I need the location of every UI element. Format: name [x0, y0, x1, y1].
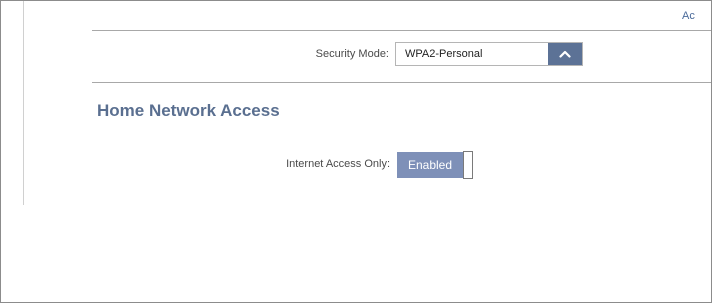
toggle-state-label: Enabled [397, 152, 463, 178]
internet-access-only-label: Internet Access Only: [286, 158, 390, 170]
settings-panel: Ac Security Mode: WPA2-Personal Home Net… [0, 0, 712, 303]
security-mode-value: WPA2-Personal [405, 48, 483, 60]
security-mode-label: Security Mode: [315, 48, 389, 60]
top-right-link[interactable]: Ac [682, 10, 695, 22]
chevron-up-glyph [559, 50, 571, 58]
toggle-knob[interactable] [463, 151, 473, 179]
divider-section [92, 82, 711, 83]
security-mode-select[interactable]: WPA2-Personal [395, 42, 583, 66]
internet-access-only-toggle[interactable]: Enabled [397, 150, 473, 180]
chevron-up-icon[interactable] [548, 43, 582, 65]
left-border-line [23, 1, 24, 205]
section-heading-home-network-access: Home Network Access [97, 101, 280, 120]
divider-top [92, 30, 711, 31]
